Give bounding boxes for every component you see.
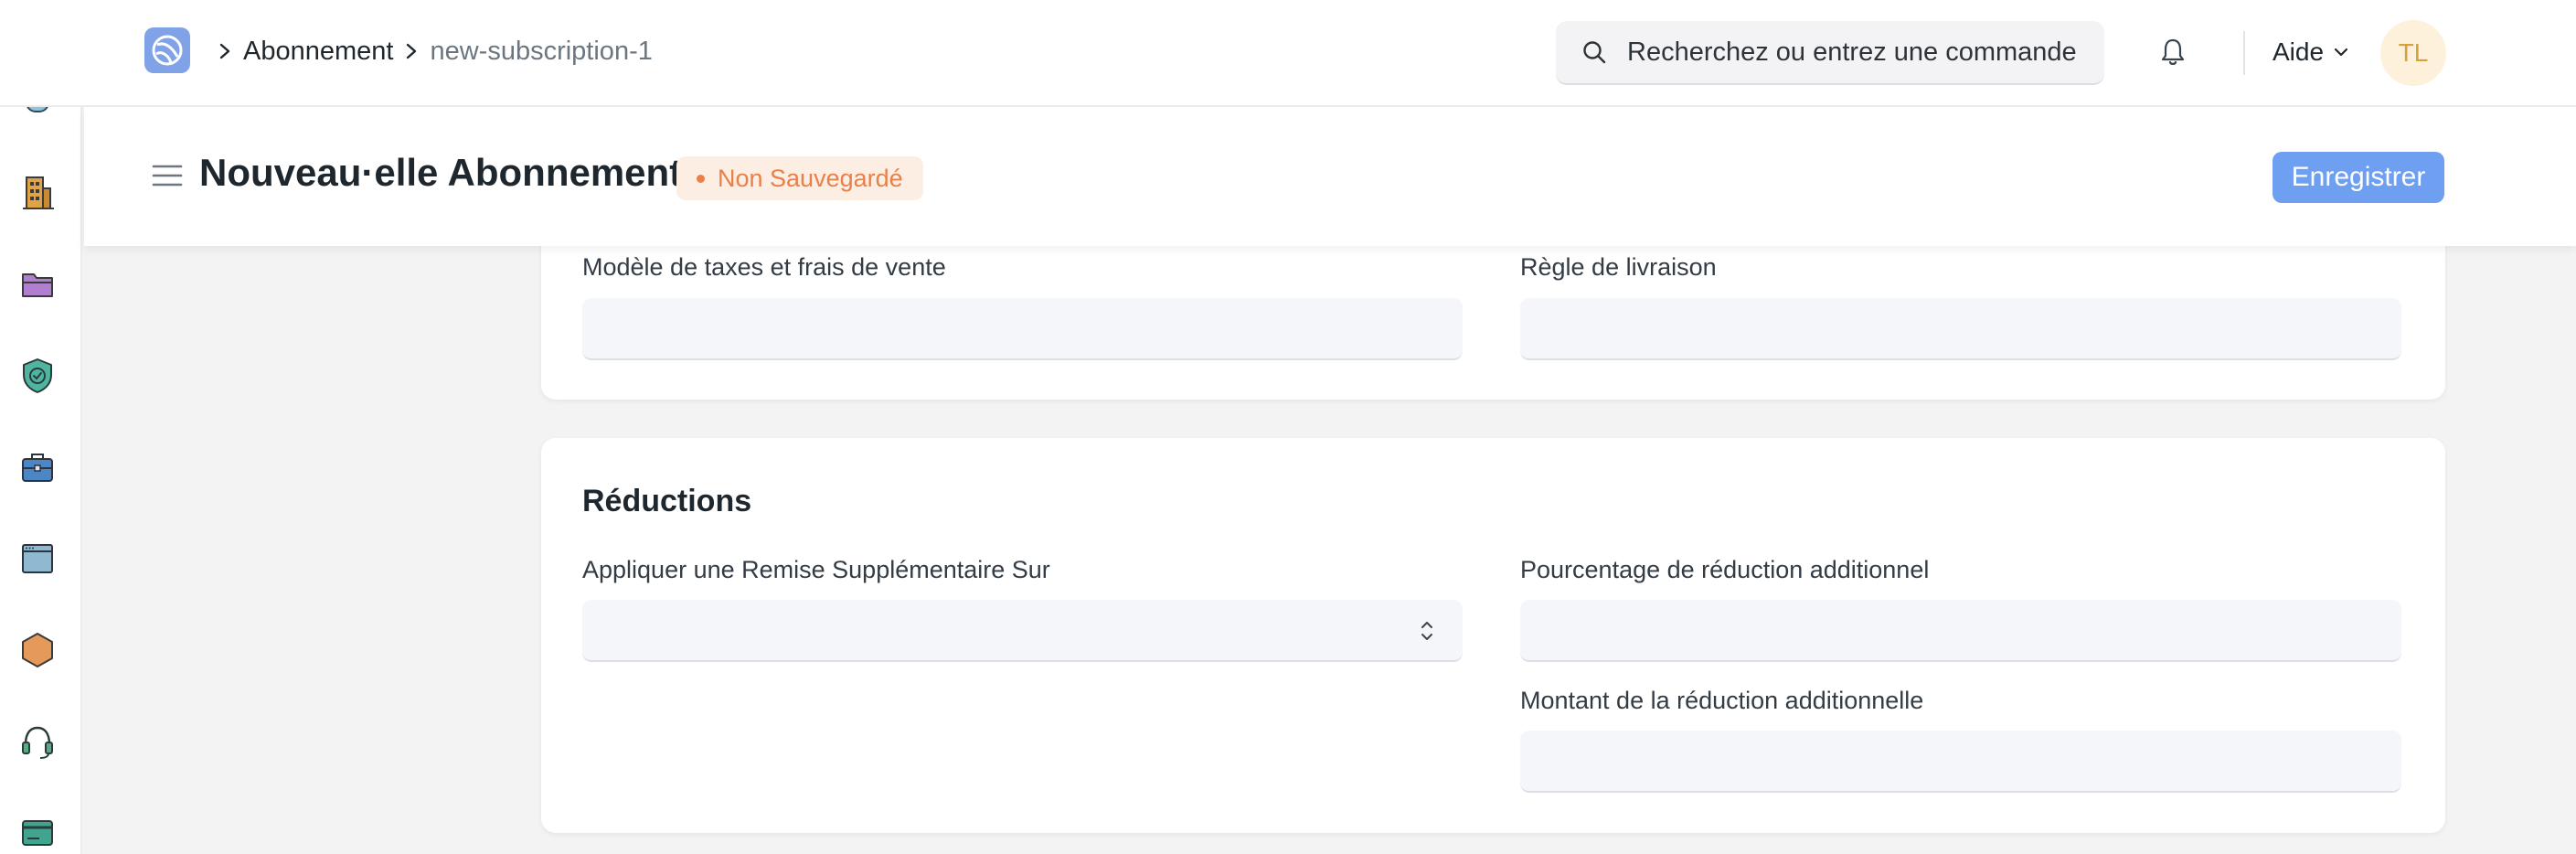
select-arrows-icon: [1419, 616, 1435, 646]
briefcase-icon[interactable]: [18, 448, 57, 486]
window-icon[interactable]: [18, 539, 57, 578]
database-icon[interactable]: [18, 107, 57, 118]
chevron-right-icon: [404, 41, 419, 61]
search-placeholder: Recherchez ou entrez une commande: [1627, 37, 2077, 67]
hexagon-icon[interactable]: [18, 631, 57, 669]
status-label: Non Sauvegardé: [718, 164, 903, 192]
section-title-discounts: Réductions: [582, 484, 752, 518]
discounts-card: Réductions Appliquer une Remise Suppléme…: [541, 438, 2445, 833]
help-dropdown[interactable]: Aide: [2273, 34, 2349, 70]
status-badge: Non Sauvegardé: [676, 156, 923, 200]
top-navbar: Abonnement new-subscription-1 Recherchez…: [0, 0, 2576, 107]
breadcrumb-item-current[interactable]: new-subscription-1: [430, 37, 652, 67]
search-bar[interactable]: Recherchez ou entrez une commande: [1556, 21, 2104, 85]
shipping-rule-label: Règle de livraison: [1520, 253, 1717, 281]
chevron-right-icon: [218, 41, 232, 61]
avatar[interactable]: TL: [2380, 20, 2446, 86]
navbar-divider: [2243, 31, 2245, 75]
shield-check-icon[interactable]: [18, 357, 57, 395]
app-logo-icon[interactable]: [144, 27, 190, 73]
search-icon: [1581, 39, 1607, 65]
avatar-initials: TL: [2398, 38, 2429, 67]
discount-amount-label: Montant de la réduction additionnelle: [1520, 687, 1924, 714]
tax-template-field[interactable]: [582, 298, 1463, 360]
additional-discount-percentage-label: Pourcentage de réduction additionnel: [1520, 556, 1930, 583]
discount-amount-field[interactable]: [1520, 731, 2401, 793]
page-title: Nouveau·elle Abonnement: [199, 151, 683, 194]
breadcrumb-item-abonnement[interactable]: Abonnement: [243, 37, 393, 67]
chevron-down-icon: [2333, 46, 2349, 59]
additional-discount-percentage-field[interactable]: [1520, 600, 2401, 662]
page-header: Nouveau·elle Abonnement Non Sauvegardé E…: [84, 107, 2576, 246]
card-icon[interactable]: [18, 814, 57, 852]
sidebar-rail: [0, 107, 82, 854]
headset-icon[interactable]: [18, 722, 57, 761]
building-icon[interactable]: [18, 174, 57, 212]
menu-icon[interactable]: [152, 162, 183, 189]
save-button[interactable]: Enregistrer: [2273, 152, 2444, 203]
shipping-rule-field[interactable]: [1520, 298, 2401, 360]
help-label: Aide: [2273, 37, 2325, 66]
apply-discount-on-select[interactable]: [582, 600, 1463, 662]
tax-template-label: Modèle de taxes et frais de vente: [582, 253, 946, 281]
notification-bell-icon[interactable]: [2159, 37, 2187, 68]
folder-icon[interactable]: [18, 265, 57, 304]
breadcrumb: Abonnement new-subscription-1: [212, 33, 653, 69]
status-dot-icon: [697, 174, 705, 183]
apply-discount-on-label: Appliquer une Remise Supplémentaire Sur: [582, 556, 1050, 583]
